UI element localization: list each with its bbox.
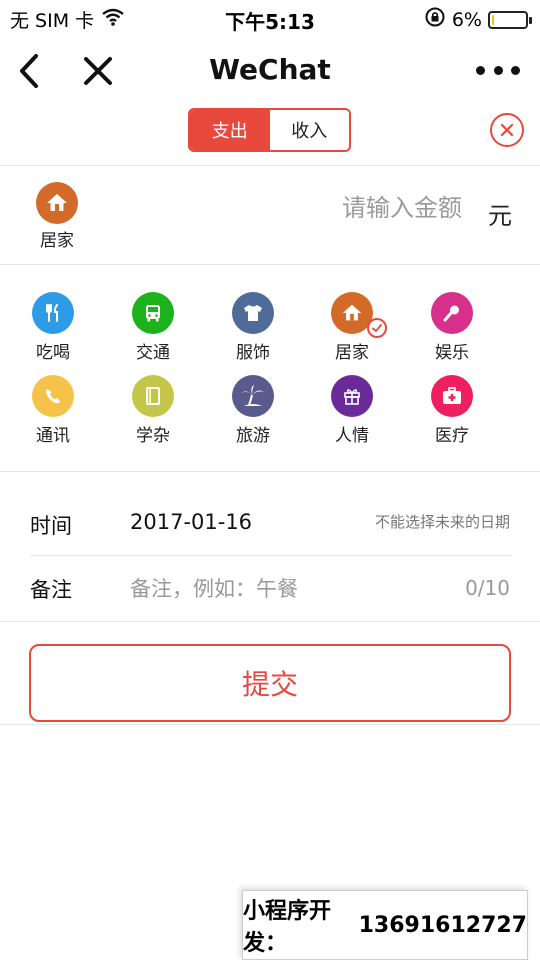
more-dot — [493, 65, 503, 75]
time-label: 时间 — [30, 514, 72, 538]
category-label: 娱乐 — [435, 343, 469, 363]
divider — [0, 724, 540, 725]
note-label: 备注 — [30, 578, 72, 602]
note-count: 0/10 — [465, 576, 510, 600]
date-picker[interactable]: 2017-01-16 — [130, 510, 252, 534]
nav-title: WeChat — [209, 53, 331, 86]
gift-icon — [331, 375, 373, 417]
more-dot — [511, 65, 520, 75]
more-button[interactable] — [476, 58, 520, 82]
divider — [0, 471, 540, 472]
tab-income[interactable]: 收入 — [269, 110, 349, 150]
amount-input[interactable] — [270, 194, 462, 222]
status-bar: 无 SIM 卡 下午5:13 6% — [0, 0, 540, 36]
category-label: 居家 — [335, 343, 369, 363]
category-clothing[interactable]: 服饰 — [211, 292, 295, 368]
divider — [0, 621, 540, 622]
category-label: 医疗 — [435, 426, 469, 446]
palm-tree-icon — [232, 375, 274, 417]
rotation-lock-icon — [424, 6, 446, 33]
medical-kit-icon — [431, 375, 473, 417]
nav-bar: WeChat — [0, 36, 540, 106]
category-label: 学杂 — [136, 426, 170, 446]
selected-category[interactable] — [36, 182, 80, 224]
category-food[interactable]: 吃喝 — [11, 292, 95, 368]
category-label: 旅游 — [236, 426, 270, 446]
category-label: 交通 — [136, 343, 170, 363]
status-right: 6% — [424, 6, 532, 33]
divider — [30, 555, 512, 556]
battery-icon — [488, 10, 532, 29]
battery-fill — [492, 14, 494, 25]
battery-percent: 6% — [451, 8, 482, 31]
category-home[interactable]: 居家 — [310, 292, 394, 368]
home-icon — [36, 182, 78, 224]
bus-icon — [132, 292, 174, 334]
home-icon — [331, 292, 387, 338]
type-tabs: 支出 收入 — [188, 108, 351, 152]
date-hint: 不能选择未来的日期 — [374, 513, 510, 531]
divider — [0, 264, 540, 265]
promo-banner: 小程序开发： 13691612727 — [242, 890, 528, 960]
category-travel[interactable]: 旅游 — [211, 375, 295, 451]
more-dot — [476, 65, 485, 75]
category-label: 吃喝 — [36, 343, 70, 363]
check-icon — [367, 318, 387, 338]
promo-phone: 13691612727 — [358, 912, 527, 938]
category-label: 服饰 — [236, 343, 270, 363]
selected-category-label: 居家 — [40, 231, 74, 251]
phone-icon — [32, 375, 74, 417]
category-entertainment[interactable]: 娱乐 — [410, 292, 494, 368]
currency-label: 元 — [488, 202, 512, 230]
microphone-icon — [431, 292, 473, 334]
category-label: 人情 — [335, 426, 369, 446]
clear-button[interactable] — [490, 113, 524, 147]
category-education[interactable]: 学杂 — [111, 375, 195, 451]
category-telecom[interactable]: 通讯 — [11, 375, 95, 451]
category-transport[interactable]: 交通 — [111, 292, 195, 368]
note-input[interactable] — [130, 572, 430, 606]
category-label: 通讯 — [36, 426, 70, 446]
close-circle-icon — [500, 123, 514, 137]
shirt-icon — [232, 292, 274, 334]
utensils-icon — [32, 292, 74, 334]
submit-button[interactable]: 提交 — [29, 644, 511, 722]
book-icon — [132, 375, 174, 417]
divider — [0, 165, 540, 166]
promo-label: 小程序开发： — [243, 899, 332, 956]
category-medical[interactable]: 医疗 — [410, 375, 494, 451]
tab-expense[interactable]: 支出 — [190, 110, 270, 150]
category-gifts[interactable]: 人情 — [310, 375, 394, 451]
